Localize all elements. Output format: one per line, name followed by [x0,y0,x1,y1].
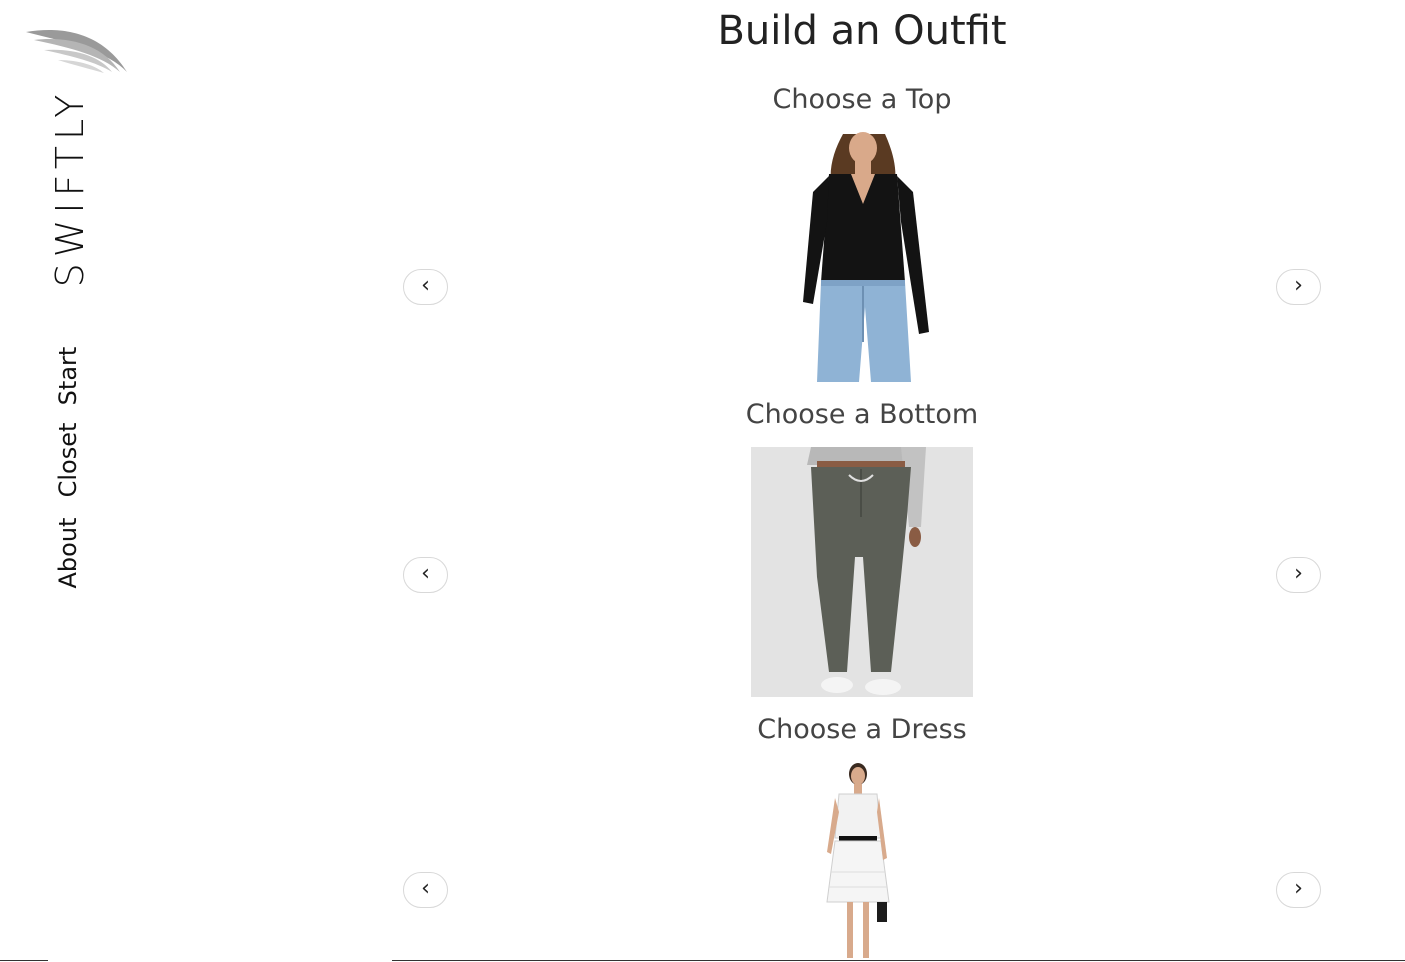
bottom-product-image [751,447,973,697]
top-prev-button[interactable]: ‹ [403,269,448,305]
jogger-pants-image [751,447,973,697]
dress-next-button[interactable]: › [1276,872,1321,908]
section-heading-dress: Choose a Dress [757,714,967,745]
top-next-button[interactable]: › [1276,269,1321,305]
brand-name[interactable]: SWIFTLY [48,89,92,288]
divider-right [392,960,1405,961]
outfit-builder-page: SWIFTLY Start Closet About Build an Outf… [0,0,1405,962]
bottom-prev-button[interactable]: ‹ [403,557,448,593]
top-product-image [793,132,933,382]
lace-dress-image [817,762,899,962]
section-heading-top: Choose a Top [772,84,952,115]
nav-start[interactable]: Start [54,347,82,406]
wing-logo-icon[interactable] [22,26,132,78]
dress-product-image [817,762,899,962]
nav-about[interactable]: About [54,518,82,589]
divider-left [0,960,48,961]
bottom-next-button[interactable]: › [1276,557,1321,593]
bodysuit-image [793,132,933,382]
nav-closet[interactable]: Closet [54,423,82,498]
page-title: Build an Outfit [717,8,1007,54]
section-heading-bottom: Choose a Bottom [745,399,979,430]
dress-prev-button[interactable]: ‹ [403,872,448,908]
